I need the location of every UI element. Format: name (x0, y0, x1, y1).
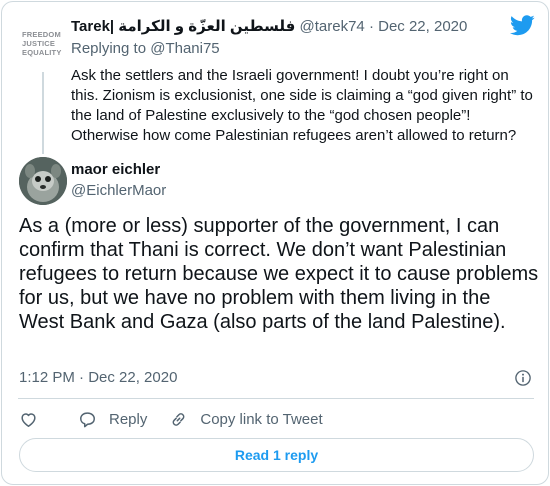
author-handle[interactable]: @EichlerMaor (71, 182, 166, 199)
replying-to-handle[interactable]: @Thani75 (150, 40, 219, 57)
replying-to-prefix: Replying to (71, 40, 151, 57)
like-button[interactable] (19, 410, 38, 429)
tweet-text: As a (more or less) supporter of the gov… (19, 215, 539, 333)
logo-line: JUSTICE (22, 39, 56, 48)
header-separator: · (368, 18, 374, 35)
parent-avatar-logo[interactable]: FREEDOM JUSTICE EQUALITY (22, 30, 66, 57)
reply-label: Reply (109, 410, 148, 428)
link-icon (172, 412, 185, 426)
replying-to-line: Replying to @Thani75 (71, 40, 220, 57)
tweet-timestamp[interactable]: 1:12 PM · Dec 22, 2020 (19, 369, 177, 386)
speech-bubble-icon (80, 411, 95, 427)
heart-icon (21, 412, 36, 427)
parent-tweet-header: Tarek| فلسطين العزّة و الكرامة @tarek74 … (71, 17, 467, 35)
twitter-bird-icon[interactable] (510, 15, 535, 36)
author-avatar[interactable] (19, 157, 67, 205)
tweet-embed-card: FREEDOM JUSTICE EQUALITY Tarek| فلسطين ا… (1, 1, 549, 485)
tweet-actions: Reply Copy link to Tweet (19, 407, 323, 431)
logo-line: EQUALITY (22, 48, 62, 57)
info-icon[interactable] (514, 369, 532, 387)
author-name[interactable]: maor eichler (71, 161, 160, 178)
thread-connector-line (42, 72, 44, 154)
divider (18, 398, 534, 399)
logo-line: FREEDOM (22, 30, 61, 39)
parent-author-name[interactable]: Tarek| فلسطين العزّة و الكرامة (71, 18, 295, 35)
parent-author-handle[interactable]: @tarek74 (300, 18, 365, 35)
reply-button[interactable]: Reply (78, 410, 147, 429)
copy-link-label: Copy link to Tweet (200, 410, 323, 428)
copy-link-button[interactable]: Copy link to Tweet (169, 410, 323, 429)
dog-avatar-image (19, 157, 67, 205)
parent-tweet-date[interactable]: Dec 22, 2020 (378, 18, 467, 35)
parent-tweet-text: Ask the settlers and the Israeli governm… (71, 67, 533, 144)
read-replies-button[interactable]: Read 1 reply (19, 438, 534, 472)
